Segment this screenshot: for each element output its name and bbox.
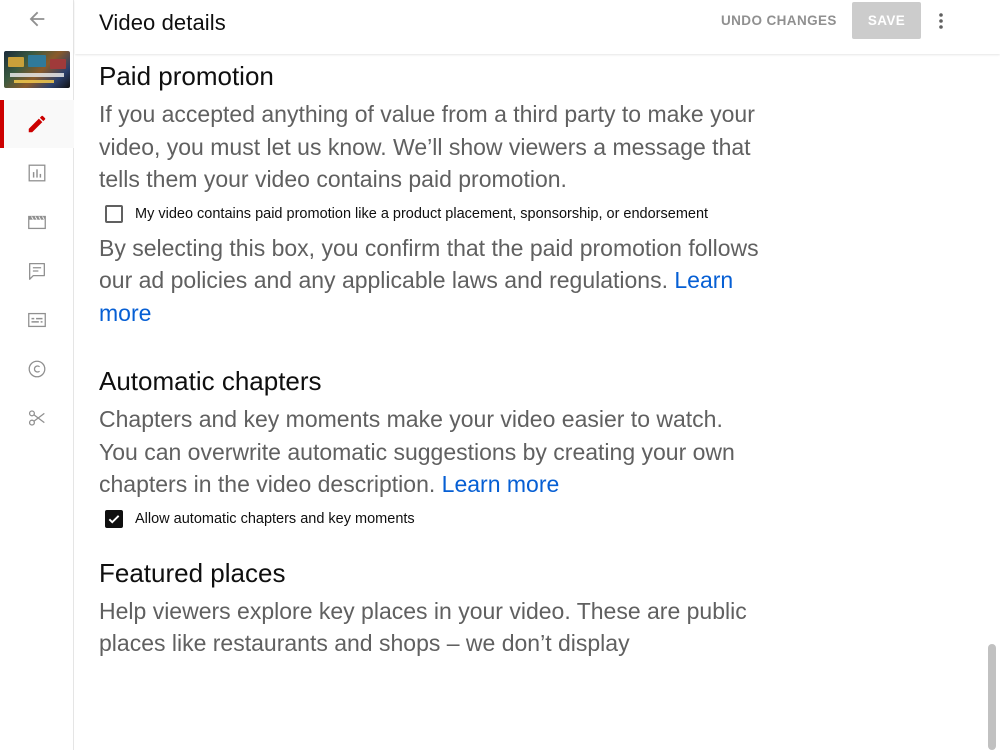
section-title: Automatic chapters: [99, 366, 322, 396]
pencil-icon: [28, 115, 46, 133]
section-description: Help viewers explore key places in your …: [99, 597, 747, 657]
video-details-page: Video details UNDO CHANGES SAVE Paid pro…: [0, 0, 1000, 750]
scissors-icon: [28, 410, 45, 426]
page-header: Video details UNDO CHANGES SAVE: [75, 0, 1000, 54]
copyright-icon: [28, 360, 46, 378]
checkbox-label[interactable]: My video contains paid promotion like a …: [135, 206, 708, 222]
rail-item-editor[interactable]: [0, 198, 74, 246]
paid-promotion-section: Paid promotion If you accepted anything …: [99, 54, 759, 329]
back-arrow-icon[interactable]: [24, 6, 50, 32]
auto-chapters-checkbox-row[interactable]: Allow automatic chapters and key moments: [105, 501, 759, 537]
paid-promotion-checkbox[interactable]: [105, 204, 123, 223]
bar-chart-icon: [28, 164, 46, 182]
undo-changes-button[interactable]: UNDO CHANGES: [721, 9, 837, 31]
rail-item-details[interactable]: [0, 100, 74, 148]
checkmark-icon: [108, 514, 120, 524]
details-content: Paid promotion If you accepted anything …: [99, 54, 759, 660]
featured-places-section: Featured places Help viewers explore key…: [99, 551, 759, 660]
video-thumbnail[interactable]: [4, 51, 70, 88]
save-button[interactable]: SAVE: [852, 2, 921, 39]
paid-promotion-note: By selecting this box, you confirm that …: [99, 232, 759, 330]
auto-chapters-checkbox[interactable]: [105, 509, 123, 528]
checkbox-label[interactable]: Allow automatic chapters and key moments: [135, 511, 415, 527]
rail-item-copyright[interactable]: [0, 345, 74, 393]
paid-promotion-checkbox-row[interactable]: My video contains paid promotion like a …: [105, 196, 759, 232]
automatic-chapters-section: Automatic chapters Chapters and key mome…: [99, 359, 759, 537]
section-description: If you accepted anything of value from a…: [99, 101, 755, 192]
rail-item-comments[interactable]: [0, 247, 74, 295]
note-text: By selecting this box, you confirm that …: [99, 234, 759, 294]
more-options-icon[interactable]: [931, 8, 951, 34]
rail-item-clips[interactable]: [0, 394, 74, 442]
subtitles-icon: [28, 312, 46, 328]
page-title: Video details: [99, 10, 226, 35]
section-description: Chapters and key moments make your video…: [99, 403, 759, 501]
rail-item-analytics[interactable]: [0, 149, 74, 197]
section-title: Paid promotion: [99, 61, 274, 91]
scrollbar-thumb[interactable]: [988, 644, 996, 750]
comment-icon: [29, 263, 45, 280]
learn-more-link[interactable]: Learn more: [442, 471, 560, 497]
description-text: Chapters and key moments make your video…: [99, 406, 735, 497]
rail-item-subtitles[interactable]: [0, 296, 74, 344]
section-title: Featured places: [99, 557, 286, 588]
left-rail: [0, 0, 74, 750]
clapperboard-icon: [28, 215, 46, 230]
